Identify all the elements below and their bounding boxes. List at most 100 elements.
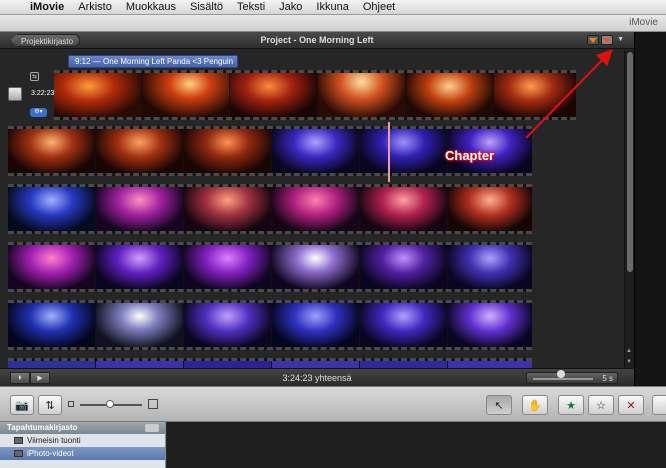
clip-thumbnail[interactable] [448,245,532,289]
chapter-annotation: Chapter [445,148,495,163]
clip-thumbnail[interactable] [96,187,183,231]
clip-thumbnail[interactable] [360,187,447,231]
window-titlebar: iMovie [0,15,666,32]
star-outline-icon: ☆ [596,399,606,412]
clip-thumbnail[interactable] [96,361,183,368]
clip-thumbnail[interactable] [184,187,271,231]
menu-bar: iMovie Arkisto Muokkaus Sisältö Teksti J… [0,0,666,15]
menu-arkisto[interactable]: Arkisto [71,1,119,13]
clip-thumbnail[interactable] [448,187,532,231]
clip-thumbnail[interactable] [142,73,229,117]
clip-select-box[interactable] [8,87,22,101]
film-icon [14,437,23,444]
clip-row-5[interactable] [8,300,532,350]
menu-teksti[interactable]: Teksti [230,1,272,13]
clip-thumbnail[interactable] [360,245,447,289]
clip-thumbnail[interactable] [360,303,447,347]
clip-thumbnail[interactable] [272,361,359,368]
clip-row-3[interactable] [8,184,532,234]
clip-controls: ⇆ 3:22:23 ⚙▾ [30,70,54,120]
clip-thumbnail[interactable] [272,187,359,231]
clip-thumbnail[interactable] [8,361,95,368]
clip-thumbnail[interactable] [360,361,447,368]
project-footer: ⏵ ▶ 3:24:23 yhteensä 5 s [0,368,634,386]
menu-sisalto[interactable]: Sisältö [183,1,230,13]
hand-icon: ✋ [528,399,542,412]
chevron-down-icon[interactable]: ▼ [617,35,624,45]
scroll-down-icon[interactable]: ▼ [626,359,632,365]
gear-icon[interactable]: ⚙▾ [30,108,47,117]
clip-thumbnail[interactable] [184,129,271,173]
event-item-iphoto[interactable]: iPhoto-videot [0,447,165,460]
clip-thumbnail[interactable] [318,73,405,117]
vertical-scrollbar[interactable]: ▲ ▼ [624,50,634,368]
clip-thumbnail[interactable] [184,361,271,368]
clip-thumbnail[interactable] [8,187,95,231]
reject-button[interactable]: ✕ [618,395,644,415]
title-banner[interactable]: 9:12 — One Morning Left Panda <3 Penguin [68,55,238,68]
project-title: Project - One Morning Left [260,35,374,45]
large-thumb-icon [148,399,158,409]
clip-row-6[interactable] [8,358,532,368]
clip-thumbnail[interactable] [8,129,95,173]
clip-thumbnail[interactable] [54,73,141,117]
event-item-recent[interactable]: Viimeisin tuonti [0,434,165,447]
menu-ikkuna[interactable]: Ikkuna [309,1,355,13]
viewer-pane [634,32,666,386]
clip-thumbnail[interactable] [8,245,95,289]
camera-import-button[interactable]: 📷 [10,395,34,415]
scroll-up-icon[interactable]: ▲ [626,348,632,354]
chapter-marker-icon [603,37,612,43]
arrow-tool-button[interactable]: ↖ [486,395,512,415]
clip-thumbnail[interactable] [96,129,183,173]
clip-thumbnail[interactable] [272,129,359,173]
clip-row-1[interactable] [54,70,576,120]
marker-buttons: ▼ [587,35,624,45]
project-browser[interactable]: 9:12 — One Morning Left Panda <3 Penguin… [0,50,624,368]
clip-row-4[interactable] [8,242,532,292]
zoom-value: 5 s [602,374,613,383]
menu-jako[interactable]: Jako [272,1,309,13]
star-filled-icon: ★ [566,399,576,412]
unmark-button[interactable]: ☆ [588,395,614,415]
clip-thumbnail[interactable] [406,73,493,117]
scrollbar-thumb[interactable] [627,52,633,272]
menu-ohjeet[interactable]: Ohjeet [356,1,402,13]
clip-thumbnail[interactable] [8,303,95,347]
zoom-knob[interactable] [557,370,565,378]
slider-knob[interactable] [106,400,114,408]
event-browser[interactable] [167,422,666,468]
clip-duration: 3:22:23 [31,90,55,97]
clip-thumbnail[interactable] [448,361,532,368]
swap-icon: ⇅ [45,399,55,412]
window-title: iMovie [629,17,658,28]
playhead[interactable] [388,122,390,182]
clip-thumbnail[interactable] [272,303,359,347]
toolbar-zoom-slider[interactable] [68,399,158,410]
clip-thumbnail[interactable] [494,73,576,117]
clip-thumbnail[interactable] [184,303,271,347]
clip-thumbnail[interactable] [448,303,532,347]
zoom-track [533,378,593,380]
clip-thumbnail[interactable] [96,245,183,289]
swap-button[interactable]: ⇅ [38,395,62,415]
more-button[interactable] [652,395,666,415]
menu-imovie[interactable]: iMovie [28,1,71,13]
transition-icon[interactable]: ⇆ [30,72,39,81]
small-thumb-icon [68,401,74,407]
chapter-marker-button[interactable] [601,35,614,45]
project-header: Projektikirjasto Project - One Morning L… [0,32,634,49]
clip-thumbnail[interactable] [272,245,359,289]
event-item-label: iPhoto-videot [27,449,74,458]
thumbnail-zoom-slider[interactable]: 5 s [526,370,618,384]
event-library-toggle[interactable] [145,424,159,432]
marker-icon [589,37,598,43]
favorite-button[interactable]: ★ [558,395,584,415]
clip-thumbnail[interactable] [184,245,271,289]
comment-marker-button[interactable] [587,35,600,45]
hand-tool-button[interactable]: ✋ [522,395,548,415]
menu-muokkaus[interactable]: Muokkaus [119,1,183,13]
clip-thumbnail[interactable] [96,303,183,347]
clip-thumbnail[interactable] [360,129,447,173]
clip-thumbnail[interactable] [230,73,317,117]
